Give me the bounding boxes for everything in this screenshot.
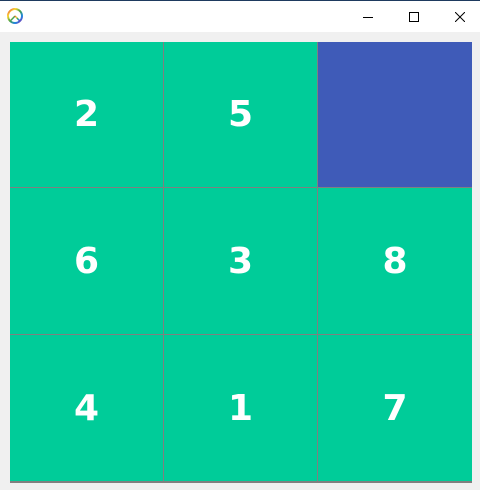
client-area: 2 5 6 3 8 4 1 7 <box>0 32 480 490</box>
puzzle-tile[interactable]: 5 <box>164 42 317 187</box>
close-button[interactable] <box>437 1 480 32</box>
puzzle-tile-empty[interactable] <box>318 42 472 187</box>
peace-sign-icon <box>7 8 23 24</box>
puzzle-board: 2 5 6 3 8 4 1 7 <box>10 42 472 483</box>
close-icon <box>455 11 465 22</box>
minimize-button[interactable] <box>345 1 391 32</box>
puzzle-tile[interactable]: 6 <box>10 188 163 334</box>
puzzle-tile[interactable]: 1 <box>164 335 317 481</box>
puzzle-tile[interactable]: 7 <box>318 335 472 481</box>
minimize-icon <box>363 16 373 18</box>
puzzle-tile[interactable]: 2 <box>10 42 163 187</box>
maximize-icon <box>409 11 419 22</box>
maximize-button[interactable] <box>391 1 437 32</box>
app-window: 2 5 6 3 8 4 1 7 <box>0 0 480 490</box>
title-bar[interactable] <box>0 1 480 32</box>
puzzle-tile[interactable]: 8 <box>318 188 472 334</box>
puzzle-tile[interactable]: 4 <box>10 335 163 481</box>
puzzle-tile[interactable]: 3 <box>164 188 317 334</box>
